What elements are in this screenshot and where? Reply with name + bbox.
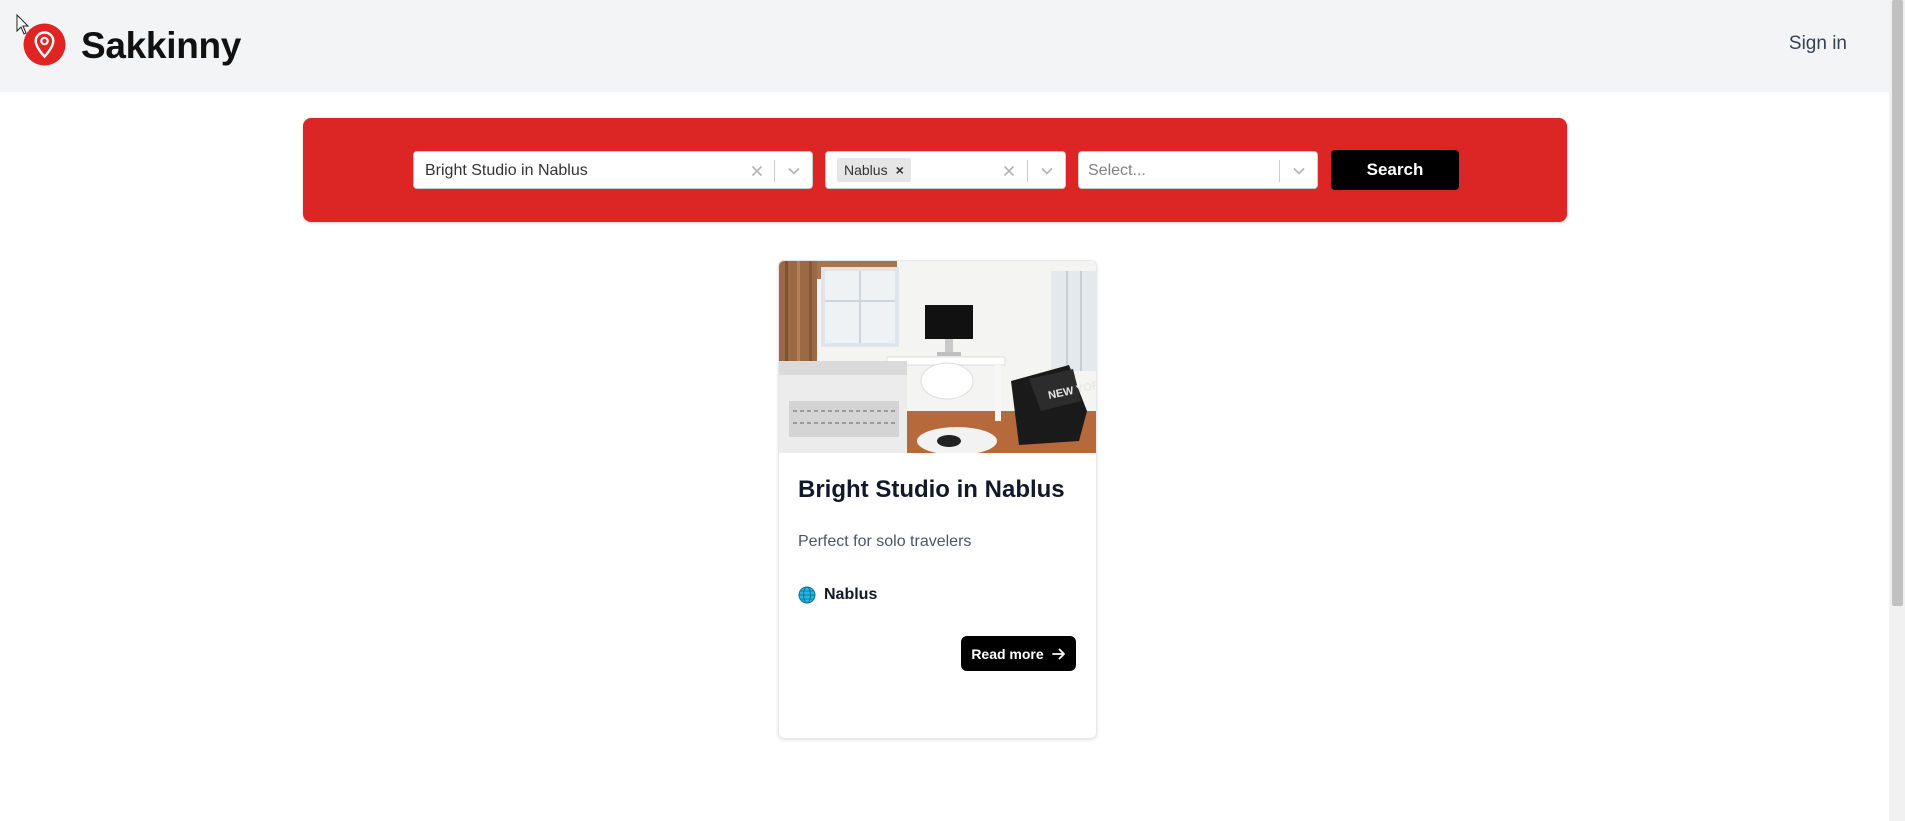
- city-tag: Nablus ×: [837, 158, 911, 182]
- mouse-cursor-icon: [16, 14, 30, 35]
- select-placeholder: Select...: [1088, 162, 1146, 179]
- listing-location: Nablus: [798, 585, 877, 605]
- listing-description: Perfect for solo travelers: [798, 533, 972, 550]
- city-select[interactable]: Nablus ×: [825, 151, 1066, 189]
- chevron-down-icon[interactable]: [1037, 161, 1057, 181]
- arrow-right-icon: [1051, 648, 1065, 659]
- search-button[interactable]: Search: [1331, 150, 1459, 190]
- top-navbar: Sakkinny Sign in: [0, 0, 1889, 92]
- globe-icon: [798, 586, 816, 604]
- title-select-value: Bright Studio in Nablus: [425, 162, 588, 179]
- select-separator: [1027, 160, 1028, 182]
- third-select[interactable]: Select...: [1078, 151, 1318, 189]
- scrollbar-thumb[interactable]: [1892, 0, 1903, 606]
- search-banner: Bright Studio in Nablus Nablus × Select.…: [303, 118, 1567, 222]
- listing-photo[interactable]: NEW YORK: [779, 261, 1096, 453]
- read-more-label: Read more: [971, 645, 1044, 662]
- listing-title[interactable]: Bright Studio in Nablus: [798, 475, 1065, 505]
- brand-name[interactable]: Sakkinny: [81, 24, 241, 68]
- page-scrollbar[interactable]: [1889, 0, 1905, 821]
- select-separator: [774, 160, 775, 182]
- listing-location-label: Nablus: [824, 586, 878, 603]
- clear-icon[interactable]: [999, 161, 1019, 181]
- select-separator: [1279, 160, 1280, 182]
- remove-tag-icon[interactable]: ×: [893, 162, 911, 178]
- clear-icon[interactable]: [747, 161, 767, 181]
- city-tag-label: Nablus: [844, 162, 888, 178]
- listing-card: NEW YORK Bright Studio in Nablus Perfect…: [778, 260, 1097, 739]
- chevron-down-icon[interactable]: [1289, 161, 1309, 181]
- chevron-down-icon[interactable]: [784, 161, 804, 181]
- sign-in-link[interactable]: Sign in: [1789, 32, 1847, 56]
- read-more-button[interactable]: Read more: [961, 636, 1076, 671]
- title-select[interactable]: Bright Studio in Nablus: [413, 151, 813, 189]
